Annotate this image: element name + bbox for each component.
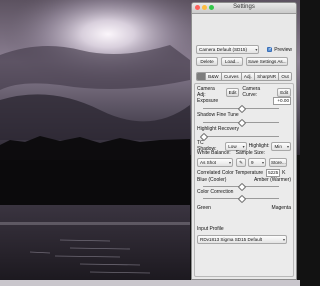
input-profile-select[interactable]: RDv1813 Sigma SD15 Default ▾ (197, 235, 287, 244)
settings-window: Settings Camera Default (SD15) ▾ Preview… (191, 2, 297, 280)
white-balance-label: White Balance: (197, 150, 231, 156)
load-button[interactable]: Load... (221, 57, 243, 66)
tab-bar: B&W Curves Adj. SharpNR Out (196, 72, 292, 81)
tab-out[interactable]: Out (278, 73, 291, 80)
settings-content: Camera Adj: Edit Camera Curve: Edit Expo… (194, 83, 294, 277)
slider-thumb[interactable] (237, 194, 247, 204)
white-balance-select[interactable]: As Shot ▾ (197, 158, 233, 167)
color-temp-unit: K (282, 170, 286, 176)
exposure-label: Exposure (197, 98, 219, 104)
window-titlebar: Settings (192, 3, 296, 14)
tab-adj[interactable]: Adj. (240, 73, 254, 80)
color-temp-field[interactable]: 5225 (266, 169, 281, 177)
highlight-label: Highlight: (248, 143, 270, 149)
tab-basic[interactable] (197, 73, 205, 80)
color-temp-label: Correlated Color Temperature (197, 170, 264, 176)
green-label: Green (197, 205, 211, 211)
white-balance-value: As Shot (200, 160, 217, 165)
color-temp-slider[interactable] (203, 182, 279, 192)
chevron-down-icon: ▾ (261, 160, 264, 165)
chevron-down-icon: ▾ (286, 143, 289, 149)
preview-label: Preview (274, 46, 292, 53)
save-settings-as-button[interactable]: Save Settings As... (246, 57, 288, 66)
chevron-down-icon: ▾ (228, 160, 231, 165)
input-profile-value: RDv1813 Sigma SD15 Default (200, 237, 263, 242)
sample-size-label: Sample Size: (235, 150, 266, 156)
shadow-fine-tune-label: Shadow Fine Tune (197, 112, 239, 118)
shadow-fine-tune-slider[interactable] (203, 118, 279, 128)
tc-shadow-value: Low (228, 143, 237, 149)
chevron-down-icon: ▾ (255, 47, 258, 52)
tab-sharpnr[interactable]: SharpNR (253, 73, 279, 80)
store-button[interactable]: Store... (269, 158, 287, 167)
tint-left-label: Blue (Cooler) (197, 177, 227, 183)
tab-curves[interactable]: Curves (220, 73, 241, 80)
tint-right-label: Amber (Warmer) (253, 177, 291, 183)
chevron-down-icon: ▾ (242, 143, 245, 149)
preset-value: Camera Default (SD15) (199, 47, 247, 52)
highlight-value: Min (274, 143, 282, 149)
window-title: Settings (233, 4, 255, 10)
preview-checkbox[interactable] (267, 46, 272, 52)
tab-bw[interactable]: B&W (205, 73, 221, 80)
magenta-label: Magenta (271, 205, 291, 211)
camera-adj-edit-button[interactable]: Edit (225, 87, 240, 97)
color-correction-label: Color Correction (197, 189, 234, 195)
sample-size-select[interactable]: 9 ▾ (248, 158, 266, 167)
exposure-slider[interactable] (203, 104, 279, 114)
eyedropper-icon[interactable]: ✎ (236, 158, 246, 167)
highlight-recovery-label: Highlight Recovery (197, 126, 239, 132)
color-correction-slider[interactable] (203, 194, 279, 204)
exposure-field[interactable]: +0.00 (273, 97, 291, 105)
preset-select[interactable]: Camera Default (SD15) ▾ (196, 45, 260, 54)
chevron-down-icon: ▾ (282, 237, 285, 242)
camera-curve-edit-button[interactable]: Edit (277, 87, 291, 97)
input-profile-label: Input Profile (197, 226, 224, 232)
sample-size-value: 9 (251, 160, 254, 165)
delete-button[interactable]: Delete (196, 57, 218, 66)
highlight-recovery-slider[interactable] (199, 132, 279, 142)
